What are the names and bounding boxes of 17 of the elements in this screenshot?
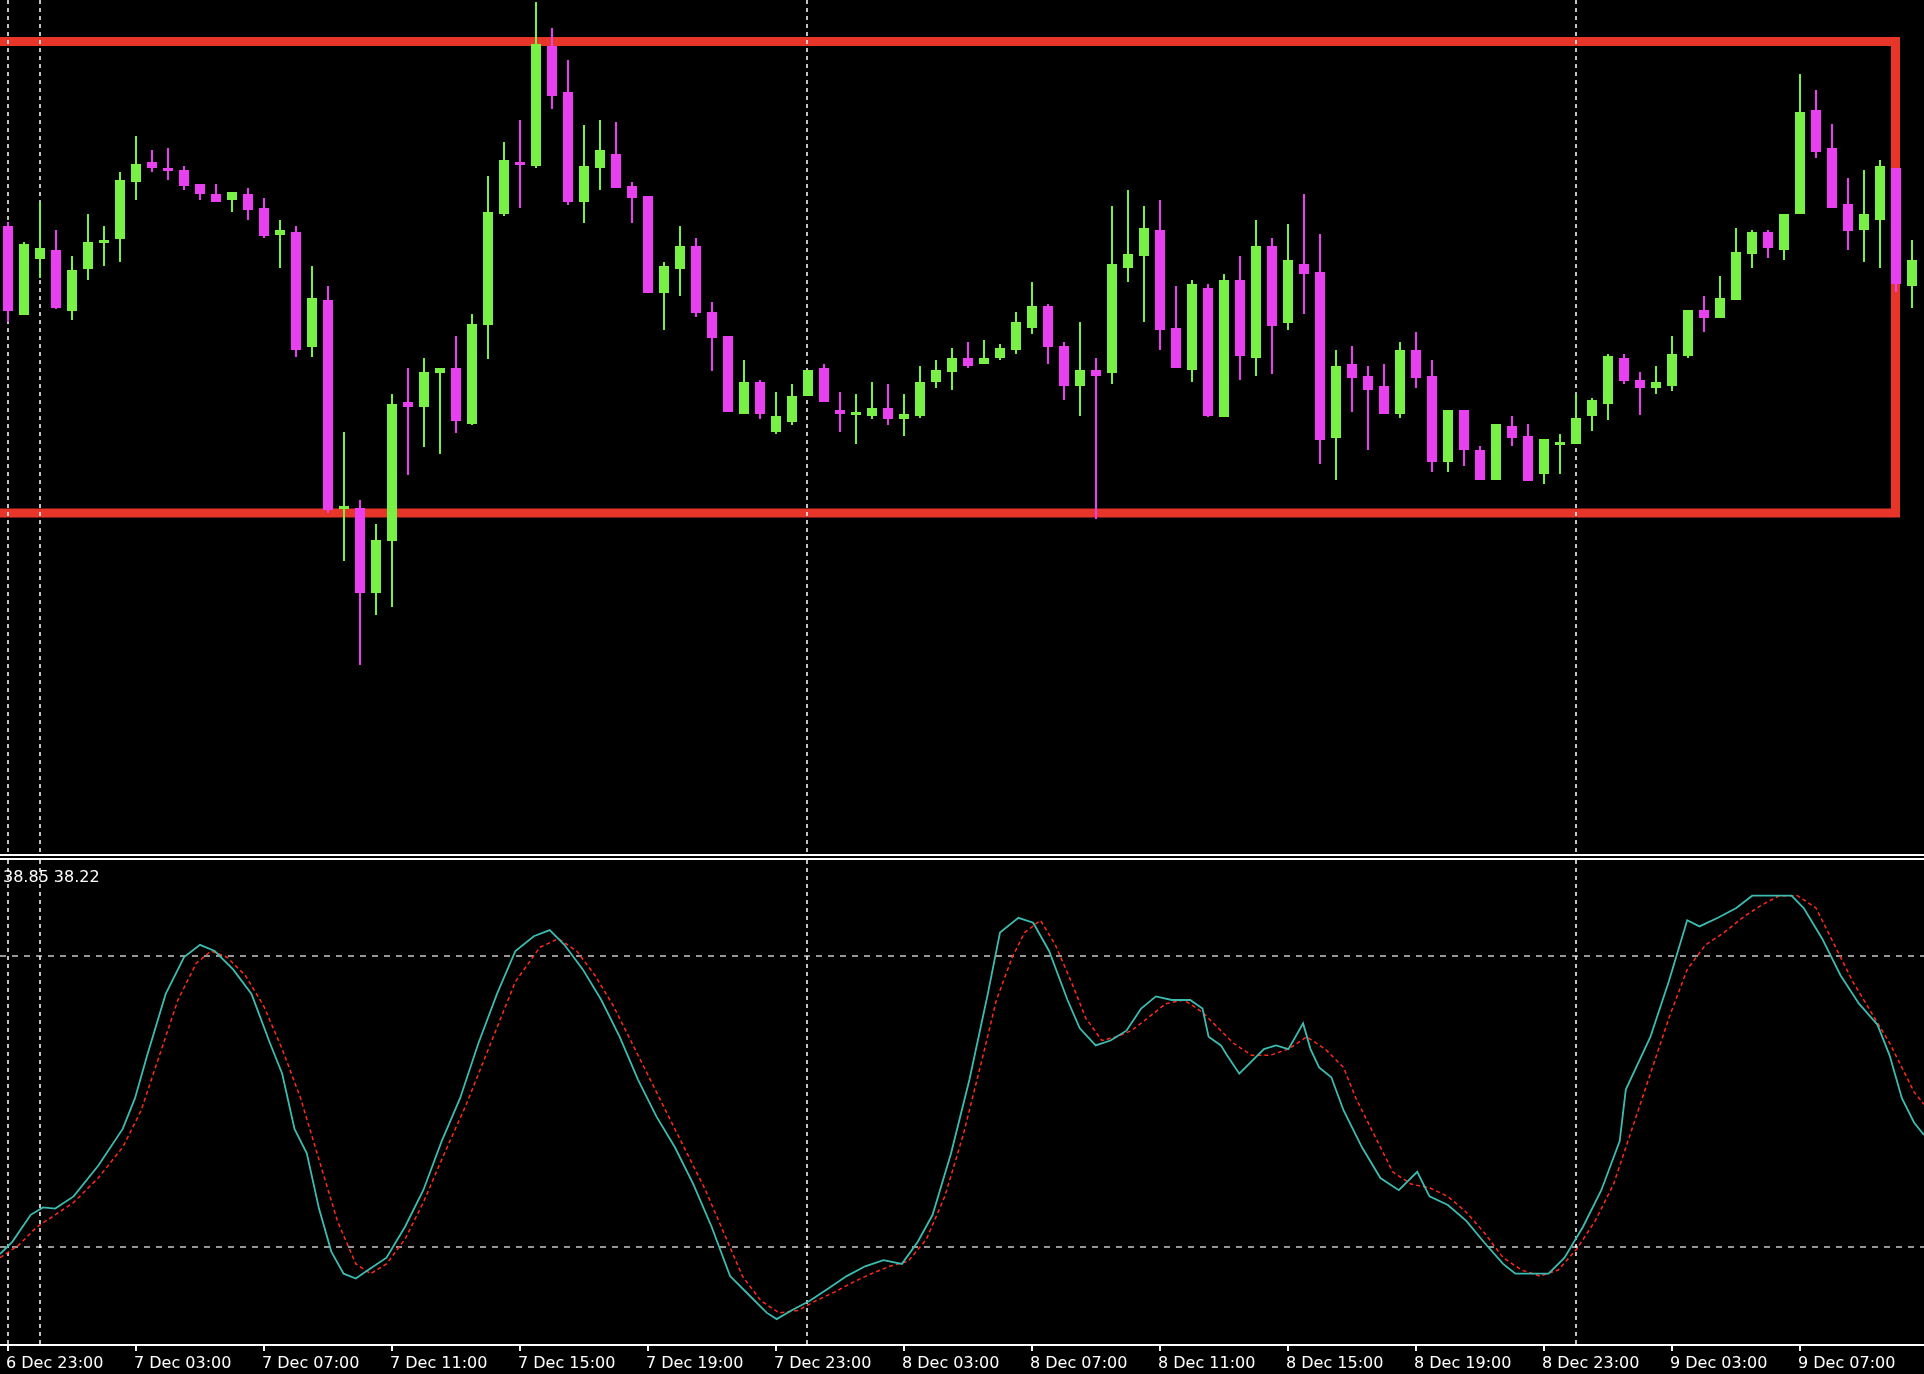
time-axis-label: 8 Dec 15:00 — [1286, 1353, 1384, 1372]
time-axis-label: 7 Dec 11:00 — [390, 1353, 488, 1372]
time-axis-label: 8 Dec 19:00 — [1414, 1353, 1512, 1372]
time-axis-label: 9 Dec 07:00 — [1798, 1353, 1896, 1372]
time-axis-label: 9 Dec 03:00 — [1670, 1353, 1768, 1372]
time-axis-label: 7 Dec 19:00 — [646, 1353, 744, 1372]
indicator-value: 38.85 — [3, 868, 49, 886]
time-axis-label: 8 Dec 07:00 — [1030, 1353, 1128, 1372]
time-axis-label: 6 Dec 23:00 — [6, 1353, 104, 1372]
time-axis-label: 8 Dec 03:00 — [902, 1353, 1000, 1372]
indicator-value: 38.22 — [53, 868, 100, 886]
time-axis-label: 7 Dec 23:00 — [774, 1353, 872, 1372]
time-axis-label: 7 Dec 07:00 — [262, 1353, 360, 1372]
time-axis-label: 7 Dec 15:00 — [518, 1353, 616, 1372]
time-axis-label: 7 Dec 03:00 — [134, 1353, 232, 1372]
time-axis-label: 8 Dec 23:00 — [1542, 1353, 1640, 1372]
time-axis-label: 8 Dec 11:00 — [1158, 1353, 1256, 1372]
